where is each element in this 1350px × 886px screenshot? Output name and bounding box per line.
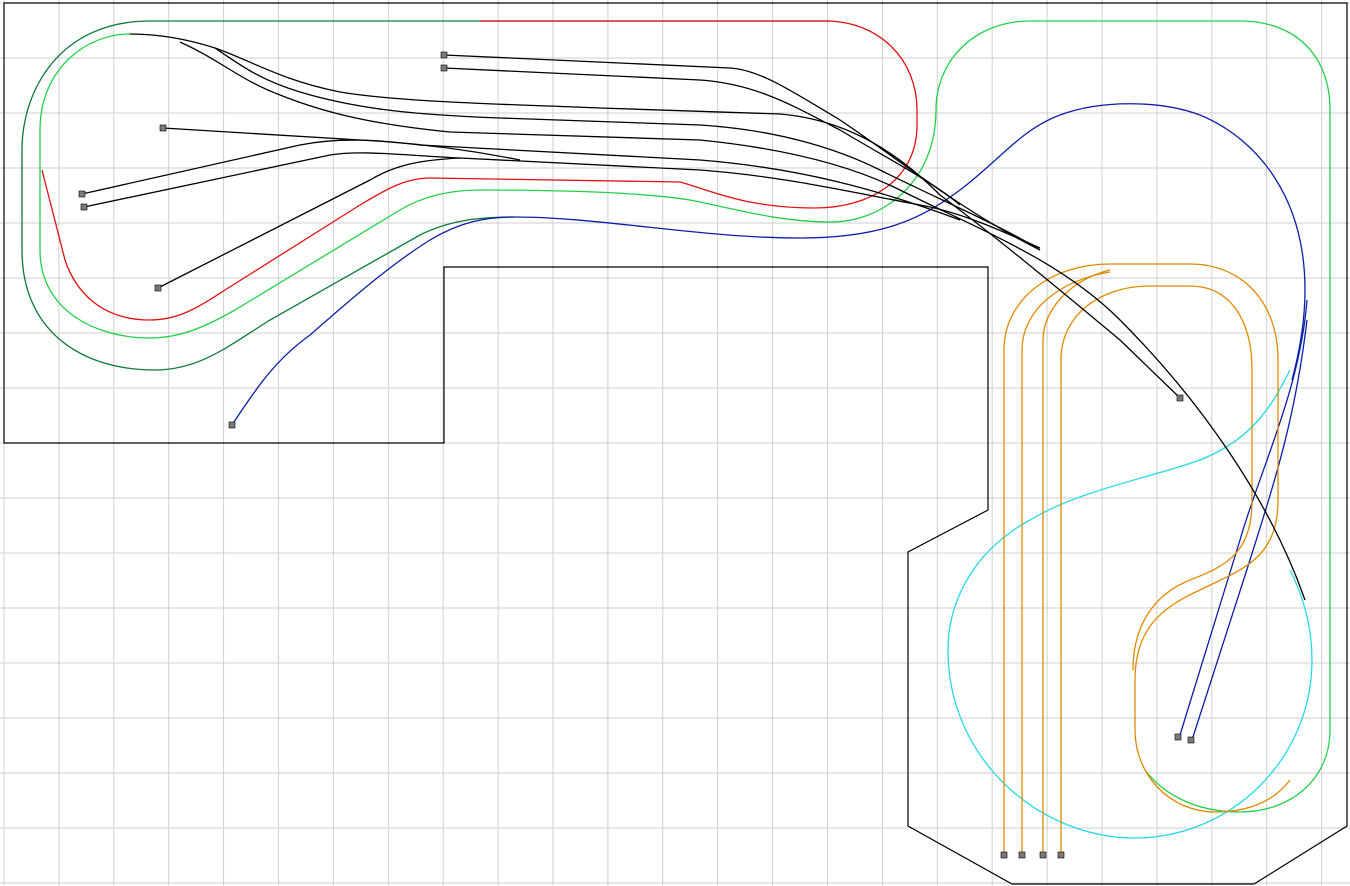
yard-track-4[interactable] bbox=[443, 54, 1041, 251]
orange-loop-inner[interactable] bbox=[1021, 269, 1111, 855]
buffer-stop-icon[interactable] bbox=[1174, 733, 1182, 741]
yard-track-3[interactable] bbox=[214, 47, 1041, 251]
cyan-loop-track[interactable] bbox=[947, 369, 1313, 839]
buffer-stop-icon[interactable] bbox=[440, 64, 448, 72]
buffer-stop-icon[interactable] bbox=[1000, 851, 1008, 859]
yard-track-8[interactable] bbox=[83, 152, 461, 208]
buffer-stop-icon[interactable] bbox=[154, 284, 162, 292]
buffer-stop-icon[interactable] bbox=[228, 421, 236, 429]
buffer-stop-icon[interactable] bbox=[440, 51, 448, 59]
buffer-stop-icon[interactable] bbox=[1057, 851, 1065, 859]
buffer-stop-icon[interactable] bbox=[80, 203, 88, 211]
buffer-stop-icon[interactable] bbox=[78, 190, 86, 198]
blue-branch-a[interactable] bbox=[1179, 299, 1308, 736]
outer-loop-track[interactable] bbox=[21, 20, 830, 371]
track-plan-canvas[interactable] bbox=[0, 0, 1350, 886]
buffer-stop-icon[interactable] bbox=[159, 124, 167, 132]
buffer-stop-icon[interactable] bbox=[1187, 736, 1195, 744]
blue-branch-b[interactable] bbox=[1191, 319, 1308, 741]
yard-tracks bbox=[81, 33, 1306, 601]
buffer-stop-icon[interactable] bbox=[1039, 851, 1047, 859]
track-plan[interactable] bbox=[0, 0, 1350, 886]
buffer-stop-icon[interactable] bbox=[1018, 851, 1026, 859]
yard-track-2[interactable] bbox=[179, 41, 1306, 601]
buffer-stop-icon[interactable] bbox=[1176, 394, 1184, 402]
